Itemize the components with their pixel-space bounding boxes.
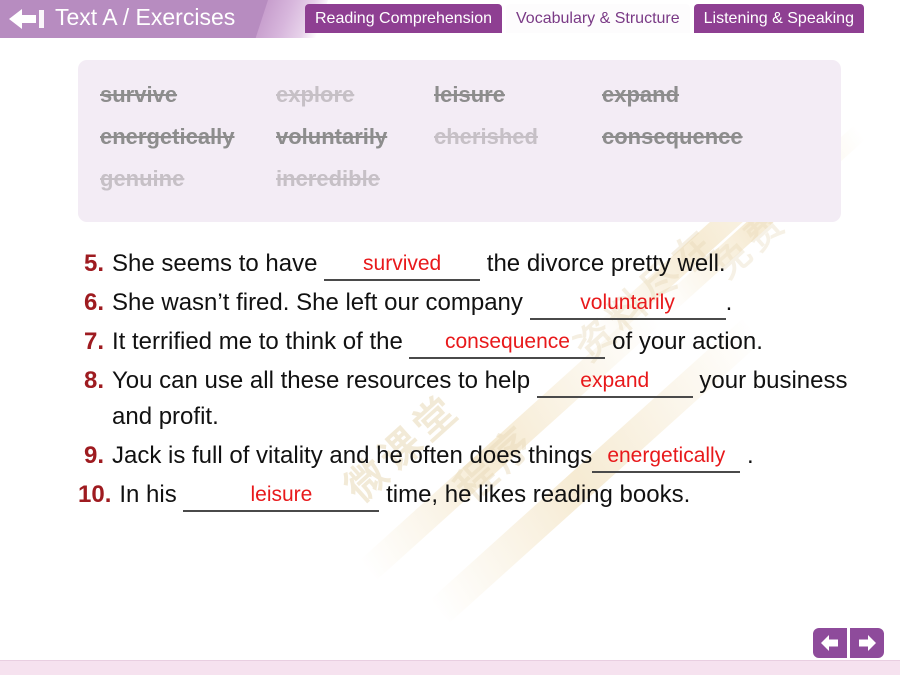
exercise-text-pre: She wasn’t fired. She left our company (112, 289, 530, 316)
exercise-text-post: of your action. (605, 328, 763, 355)
exercise-text-post: . (740, 442, 754, 469)
exercise-number: 9. (83, 442, 104, 469)
arrow-right-icon (859, 635, 876, 651)
word-bank-item[interactable]: survive (100, 82, 276, 108)
word-bank-item[interactable]: voluntarily (276, 124, 434, 150)
word-bank-item[interactable]: incredible (276, 166, 434, 192)
answer-blank-8[interactable]: expand (536, 366, 693, 398)
next-page-button[interactable] (850, 628, 884, 658)
exercise-text: She seems to have survived the divorce p… (112, 246, 726, 282)
answer-blank-10[interactable]: leisure (183, 480, 380, 512)
answer-blank-5[interactable]: survived (324, 249, 481, 281)
word-bank-item[interactable]: explore (276, 82, 434, 108)
exercise-text: In his leisure time, he likes reading bo… (119, 477, 690, 513)
page-header: Text A / Exercises Reading Comprehension… (0, 0, 900, 38)
footer-strip (0, 660, 900, 675)
exercise-text-post: . (725, 289, 733, 316)
tab-reading-comprehension[interactable]: Reading Comprehension (305, 4, 502, 33)
exercise-text-pre: She seems to have (112, 250, 325, 277)
exercise-item-8: 8. You can use all these resources to he… (78, 363, 878, 435)
answer-blank-9[interactable]: energetically (592, 441, 741, 473)
word-bank-item[interactable]: cherished (434, 124, 602, 150)
arrow-left-icon (821, 635, 838, 651)
exercise-item-5: 5. She seems to have survived the divorc… (78, 246, 878, 282)
exercise-text-pre: You can use all these resources to help (112, 367, 537, 394)
word-bank-item[interactable]: consequence (602, 124, 841, 150)
back-arrow-glyph (9, 9, 44, 29)
previous-page-button[interactable] (813, 628, 847, 658)
exercise-number: 8. (83, 367, 104, 394)
exercise-text: She wasn’t fired. She left our company v… (112, 285, 732, 321)
exercise-number: 6. (83, 289, 104, 316)
exercise-number: 10. (78, 481, 112, 508)
exercise-item-9: 9. Jack is full of vitality and he often… (78, 438, 878, 474)
exercise-text-post: time, he likes reading books. (379, 481, 691, 508)
exercise-number: 7. (83, 328, 104, 355)
word-bank-item[interactable]: leisure (434, 82, 602, 108)
navigation-buttons (813, 628, 884, 658)
exercise-text-post: the divorce pretty well. (480, 250, 726, 277)
word-bank-item[interactable]: energetically (100, 124, 276, 150)
exercise-text-pre: It terrified me to think of the (112, 328, 410, 355)
answer-blank-7[interactable]: consequence (409, 327, 606, 359)
word-bank-grid: survive explore leisure expand energetic… (100, 82, 841, 192)
exercise-text-pre: In his (119, 481, 184, 508)
page-title: Text A / Exercises (55, 4, 236, 30)
exercise-text-pre: Jack is full of vitality and he often do… (112, 442, 593, 469)
exercise-item-7: 7. It terrified me to think of the conse… (78, 324, 878, 360)
exercise-number: 5. (83, 250, 104, 277)
back-arrow-icon[interactable] (9, 7, 49, 31)
tab-listening-speaking[interactable]: Listening & Speaking (693, 4, 864, 33)
tab-vocabulary-structure[interactable]: Vocabulary & Structure (506, 4, 690, 33)
exercise-text: It terrified me to think of the conseque… (112, 324, 763, 360)
exercise-item-10: 10. In his leisure time, he likes readin… (78, 477, 878, 513)
word-bank-panel: survive explore leisure expand energetic… (78, 60, 841, 222)
answer-blank-6[interactable]: voluntarily (529, 288, 726, 320)
exercise-text: You can use all these resources to help … (112, 363, 878, 435)
word-bank-item[interactable]: genuine (100, 166, 276, 192)
exercise-list: 5. She seems to have survived the divorc… (78, 246, 878, 516)
exercise-item-6: 6. She wasn’t fired. She left our compan… (78, 285, 878, 321)
tab-bar: Reading Comprehension Vocabulary & Struc… (305, 4, 864, 33)
word-bank-item[interactable]: expand (602, 82, 841, 108)
exercise-text: Jack is full of vitality and he often do… (112, 438, 754, 474)
